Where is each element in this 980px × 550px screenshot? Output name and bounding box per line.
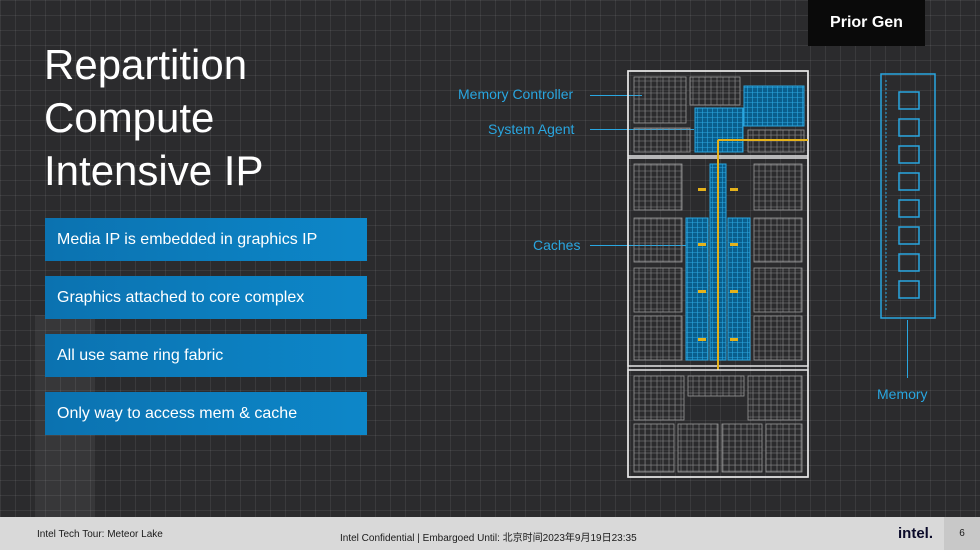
memory-chips xyxy=(898,91,920,299)
intel-logo: intel. xyxy=(898,525,934,542)
memory-controller-block xyxy=(743,85,805,127)
footer-confidential: Intel Confidential | Embargoed Until: 北京… xyxy=(340,533,637,544)
page-number: 6 xyxy=(944,517,980,550)
die-diagram xyxy=(627,70,936,478)
footer-event: Intel Tech Tour: Meteor Lake xyxy=(37,529,163,540)
footer-bar: Intel Tech Tour: Meteor Lake Intel Confi… xyxy=(0,517,980,550)
